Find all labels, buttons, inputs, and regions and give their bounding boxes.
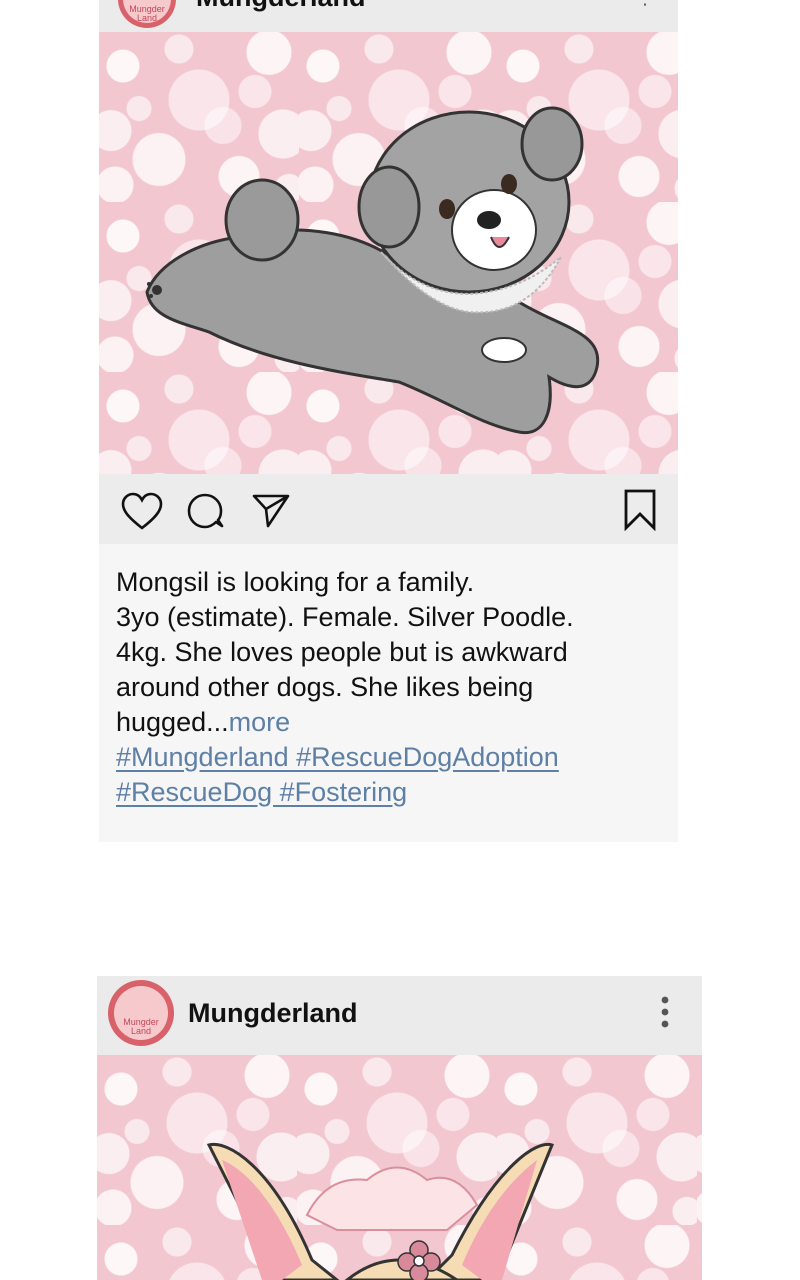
heart-icon[interactable]: [121, 492, 163, 532]
caption-line: Mongsil is looking for a family.: [116, 567, 475, 597]
post-image[interactable]: [99, 32, 678, 474]
avatar-logo: Mungder Land: [114, 986, 168, 1040]
hashtag-link[interactable]: #RescueDog #Fostering: [116, 777, 407, 807]
post-action-bar: [99, 474, 678, 544]
post-image[interactable]: [97, 1055, 702, 1280]
caption-line: around other dogs. She likes being: [116, 672, 534, 702]
avatar-logo: Mungder Land: [123, 0, 171, 23]
more-options-icon[interactable]: [656, 994, 674, 1034]
comment-icon[interactable]: [186, 492, 226, 532]
caption-text: hugged...: [116, 707, 229, 737]
post-caption: Mongsil is looking for a family. 3yo (es…: [116, 565, 668, 810]
more-options-icon[interactable]: ⋮: [636, 0, 654, 9]
more-link[interactable]: more: [229, 707, 291, 737]
avatar-logo-text: Land: [136, 13, 158, 23]
caption-line: hugged...more: [116, 705, 668, 740]
avatar[interactable]: Mungder Land: [108, 980, 174, 1046]
share-icon[interactable]: [251, 492, 291, 530]
poodle-illustration: [145, 106, 600, 435]
post-username[interactable]: Mungderland: [188, 998, 358, 1029]
hashtag-link[interactable]: #Mungderland #RescueDogAdoption: [116, 740, 668, 775]
post-header: [99, 0, 678, 32]
chihuahua-illustration: [206, 1142, 554, 1280]
post-username[interactable]: Mungderland: [196, 0, 366, 13]
avatar-logo-text: Land: [130, 1026, 152, 1036]
caption-line: 3yo (estimate). Female. Silver Poodle.: [116, 602, 574, 632]
bookmark-icon[interactable]: [624, 489, 656, 531]
caption-line: 4kg. She loves people but is awkward: [116, 637, 568, 667]
